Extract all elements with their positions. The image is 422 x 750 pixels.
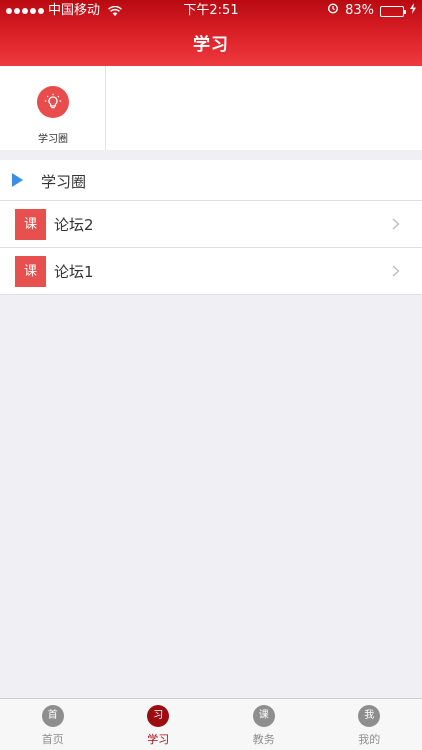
tab-academic-affairs[interactable]: 课 教务 [211,699,317,750]
tab-label: 我的 [358,733,381,746]
tab-label: 学习 [147,733,170,746]
profile-tab-icon: 我 [358,705,381,727]
tab-bar: 首 首页 习 学习 课 教务 我 我的 [0,698,422,750]
grid-item-label: 学习圈 [38,134,68,145]
tab-home[interactable]: 首 首页 [0,699,106,750]
tab-study[interactable]: 习 学习 [106,699,212,750]
status-right: 83% [327,0,416,22]
battery-percent: 83% [345,3,374,18]
chevron-right-icon [392,218,400,230]
module-grid: 学习圈 [0,66,422,150]
triangle-marker-icon [12,173,23,187]
tab-label: 首页 [41,733,64,746]
home-tab-icon: 首 [41,705,64,727]
header: 中国移动 下午2:51 83% 学习 [0,0,422,66]
course-tab-icon: 课 [252,705,275,727]
charging-icon [410,0,416,22]
list-item-label: 论坛1 [54,263,94,281]
list-item-label: 论坛2 [54,216,94,234]
lightbulb-icon [37,86,69,118]
list-item-forum-1[interactable]: 课 论坛1 [0,248,422,295]
course-badge: 课 [15,209,46,240]
chevron-right-icon [392,265,400,277]
list-item-forum-2[interactable]: 课 论坛2 [0,201,422,248]
grid-item-study-circle[interactable]: 学习圈 [0,66,106,150]
study-tab-icon: 习 [147,705,170,727]
tab-label: 教务 [252,733,275,746]
alarm-icon [327,0,339,22]
page-title: 学习 [193,35,229,55]
section-header: 学习圈 [0,160,422,201]
forum-list: 课 论坛2 课 论坛1 [0,201,422,295]
tab-mine[interactable]: 我 我的 [317,699,422,750]
course-badge: 课 [15,256,46,287]
status-bar: 中国移动 下午2:51 83% [0,0,422,22]
section-title: 学习圈 [41,173,87,191]
battery-icon [380,5,406,17]
